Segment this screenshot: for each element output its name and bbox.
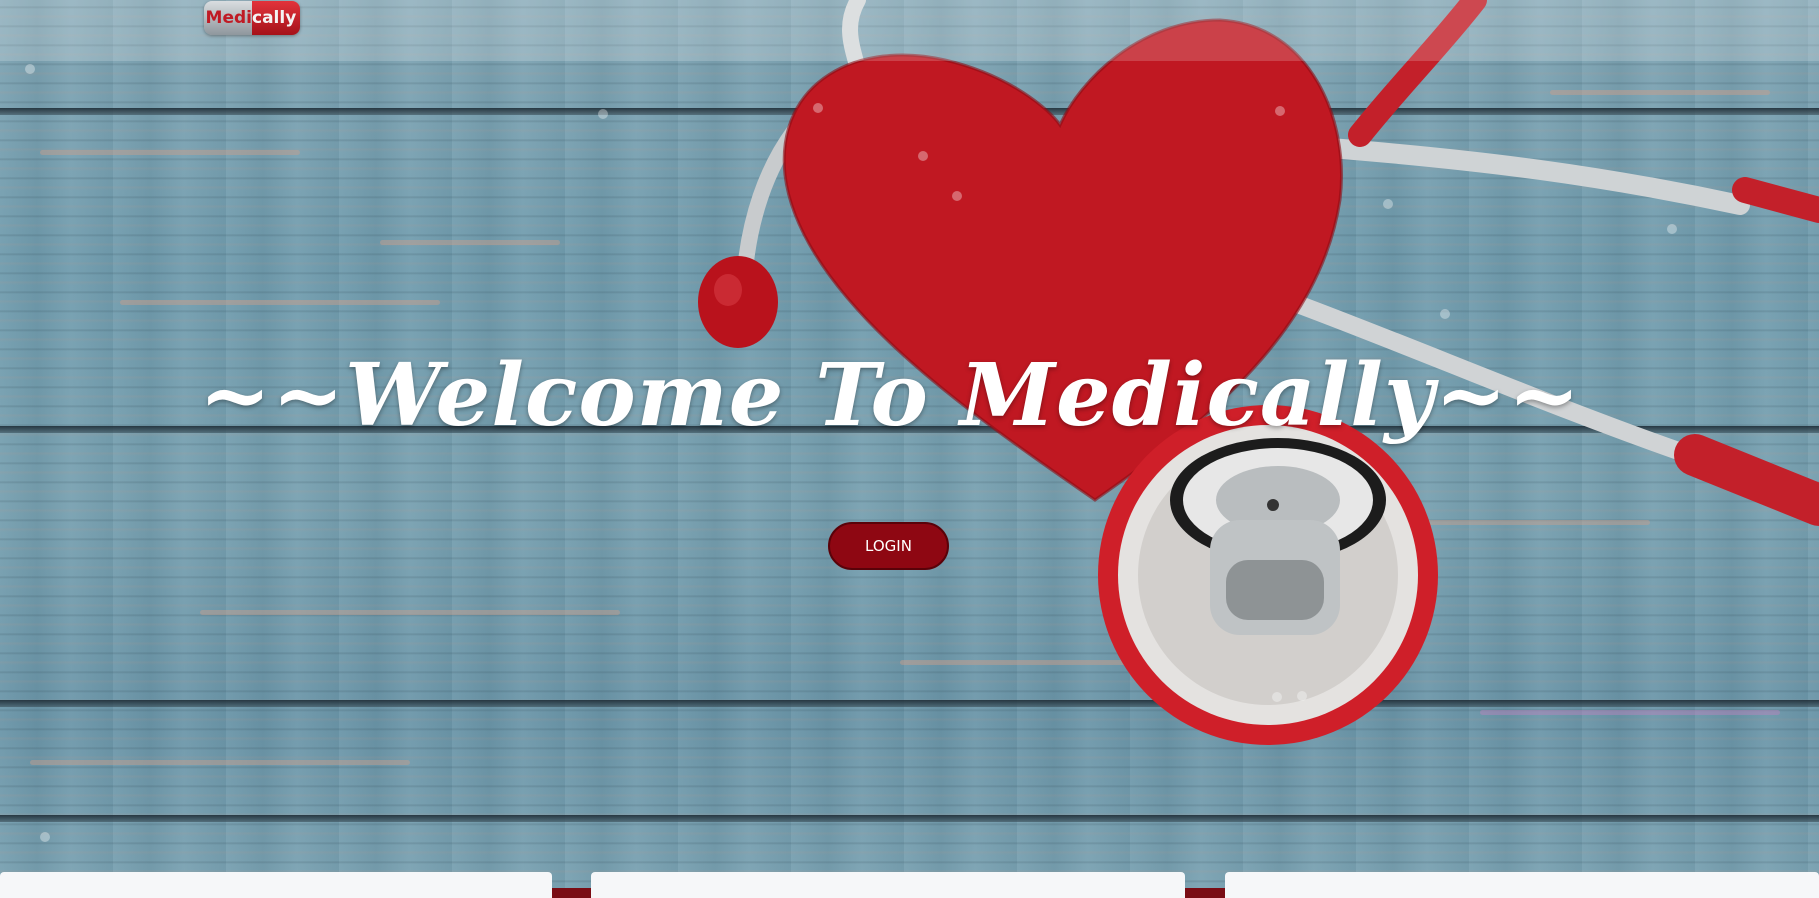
stethoscope-tube-icon (1320, 138, 1750, 215)
sparkle-dot (25, 64, 35, 74)
sparkle-dot (1383, 199, 1393, 209)
logo-text-cally: cally (252, 1, 300, 35)
sparkle-dot (1272, 692, 1282, 702)
sparkle-dot (952, 191, 962, 201)
sparkle-dot (918, 151, 928, 161)
sparkle-dot (1275, 106, 1285, 116)
sparkle-dot (813, 103, 823, 113)
welcome-headline: ~~Welcome To Medically~~ (198, 345, 1582, 446)
feature-card (0, 872, 552, 898)
logo-text-medi: Medi (204, 1, 252, 35)
stethoscope-eartip-icon (698, 256, 778, 348)
brand-logo[interactable]: Medi cally (204, 1, 300, 35)
stethoscope-heart-illustration (698, 0, 1819, 745)
stethoscope-tube-icon (1674, 434, 1819, 526)
login-button[interactable]: LOGIN (828, 522, 949, 570)
feature-card (591, 872, 1185, 898)
feature-card (1225, 872, 1819, 898)
sparkle-dot (598, 109, 608, 119)
sparkle-dot (1667, 224, 1677, 234)
top-navbar: Medi cally (0, 0, 1819, 61)
stethoscope-tube-icon (1732, 177, 1819, 223)
sparkle-dot (1297, 691, 1307, 701)
sparkle-dot (40, 832, 50, 842)
sparkle-dot (1440, 309, 1450, 319)
